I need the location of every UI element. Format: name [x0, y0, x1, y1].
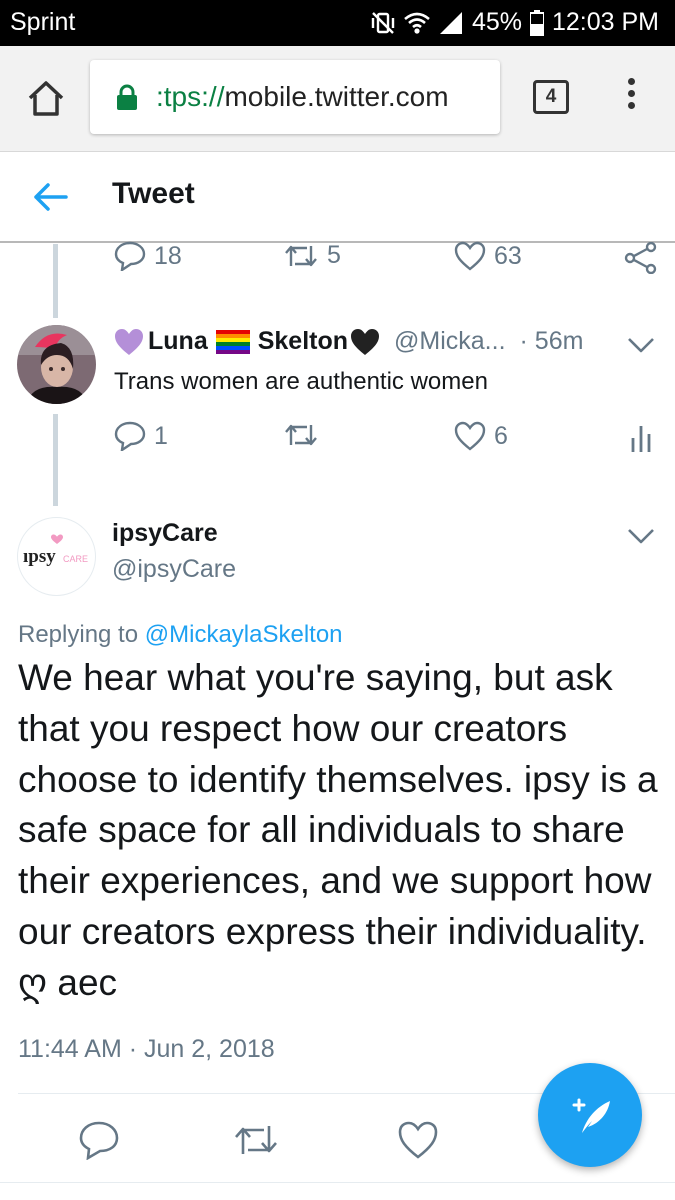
compose-button[interactable]: [538, 1063, 642, 1167]
chevron-down-icon[interactable]: [627, 527, 655, 545]
carrier-label: Sprint: [10, 8, 76, 36]
retweet-action-2[interactable]: [283, 421, 319, 449]
url-scheme: :tps://: [156, 81, 225, 112]
arrow-left-icon[interactable]: [32, 179, 68, 215]
black-heart-icon: [351, 328, 380, 355]
like-action-2[interactable]: 6: [454, 421, 508, 451]
avatar-image: [17, 325, 96, 404]
replying-prefix: Replying to: [18, 621, 145, 648]
retweet-count: 5: [327, 241, 341, 269]
page-title: Tweet: [112, 177, 195, 210]
status-bar: Sprint 45% 12:03 PM: [0, 0, 675, 46]
tweet-timestamp: 11:44 AM · Jun 2, 2018: [18, 1035, 275, 1063]
tweet-body: We hear what you're saying, but ask that…: [18, 657, 658, 1003]
status-right: 45% 12:03 PM: [370, 8, 659, 37]
retweet-action[interactable]: 5: [283, 241, 341, 270]
heart-icon: [454, 241, 486, 271]
page: Sprint 45% 12:03 PM:tps://mobile.twitte…: [0, 0, 675, 1200]
tweet-header: Tweet: [0, 153, 675, 243]
cell-signal-icon: [439, 11, 462, 34]
luna-name-row[interactable]: Luna Skelton @Micka... · 56m: [114, 327, 583, 356]
share-icon[interactable]: [624, 242, 658, 274]
luna-handle: @Micka...: [394, 327, 506, 355]
ipsycare-name[interactable]: ipsyCare: [112, 519, 218, 548]
avatar-ipsycare[interactable]: ıpsy CARE: [17, 517, 96, 596]
vibrate-mute-icon: [371, 11, 395, 34]
reply-action-2[interactable]: 1: [114, 421, 168, 451]
thread-line-bottom: [53, 414, 58, 506]
browser-toolbar: :tps://mobile.twitter.com 4: [0, 46, 675, 152]
reply-tweet-text: Trans women are authentic women: [114, 368, 488, 395]
reply-count-2: 1: [154, 421, 168, 450]
ipsy-logo-text: ıpsy: [23, 546, 56, 567]
reply-action[interactable]: 18: [114, 241, 182, 271]
analytics-icon[interactable]: [630, 422, 652, 452]
luna-first-name: Luna: [148, 327, 208, 355]
ipsy-logo: ıpsy CARE: [23, 534, 88, 567]
retweet-icon[interactable]: [232, 1122, 280, 1158]
thread-line-top: [53, 244, 58, 318]
replying-mention-link[interactable]: @MickaylaSkelton: [145, 621, 343, 648]
tabs-button[interactable]: 4: [533, 80, 569, 114]
heart-icon[interactable]: [397, 1120, 439, 1160]
like-action[interactable]: 63: [454, 241, 522, 271]
lock-icon: [117, 84, 137, 110]
reply-icon: [114, 241, 146, 271]
replying-to: Replying to @MickaylaSkelton: [18, 621, 343, 649]
retweet-icon: [285, 424, 317, 446]
reply-count: 18: [154, 241, 182, 270]
luna-time: · 56m: [519, 327, 584, 355]
reply-icon: [114, 421, 146, 451]
clock: 12:03 PM: [551, 8, 659, 36]
url-text: :tps://mobile.twitter.com: [156, 81, 449, 113]
avatar-luna[interactable]: [17, 325, 96, 404]
purple-heart-icon: [115, 328, 143, 355]
heart-icon: [454, 421, 486, 451]
home-icon[interactable]: [26, 78, 66, 118]
chevron-down-icon[interactable]: [627, 336, 655, 354]
address-bar[interactable]: :tps://mobile.twitter.com: [90, 60, 500, 134]
like-count-2: 6: [494, 421, 508, 450]
battery-percent: 45%: [471, 8, 522, 36]
wifi-icon: [404, 12, 430, 34]
compose-icon: [572, 1098, 610, 1133]
url-host: mobile.twitter.com: [224, 81, 449, 112]
ipsycare-handle[interactable]: @ipsyCare: [112, 555, 236, 584]
reply-icon[interactable]: [78, 1120, 120, 1160]
ipsy-logo-sub: CARE: [63, 554, 88, 564]
retweet-icon: [285, 245, 317, 266]
bottom-border: [0, 1182, 675, 1183]
like-count: 63: [494, 241, 522, 270]
more-vert-icon[interactable]: [622, 78, 640, 118]
luna-last-name: Skelton: [257, 327, 349, 355]
battery-icon: [529, 9, 544, 36]
rainbow-flag-icon: [215, 329, 250, 354]
